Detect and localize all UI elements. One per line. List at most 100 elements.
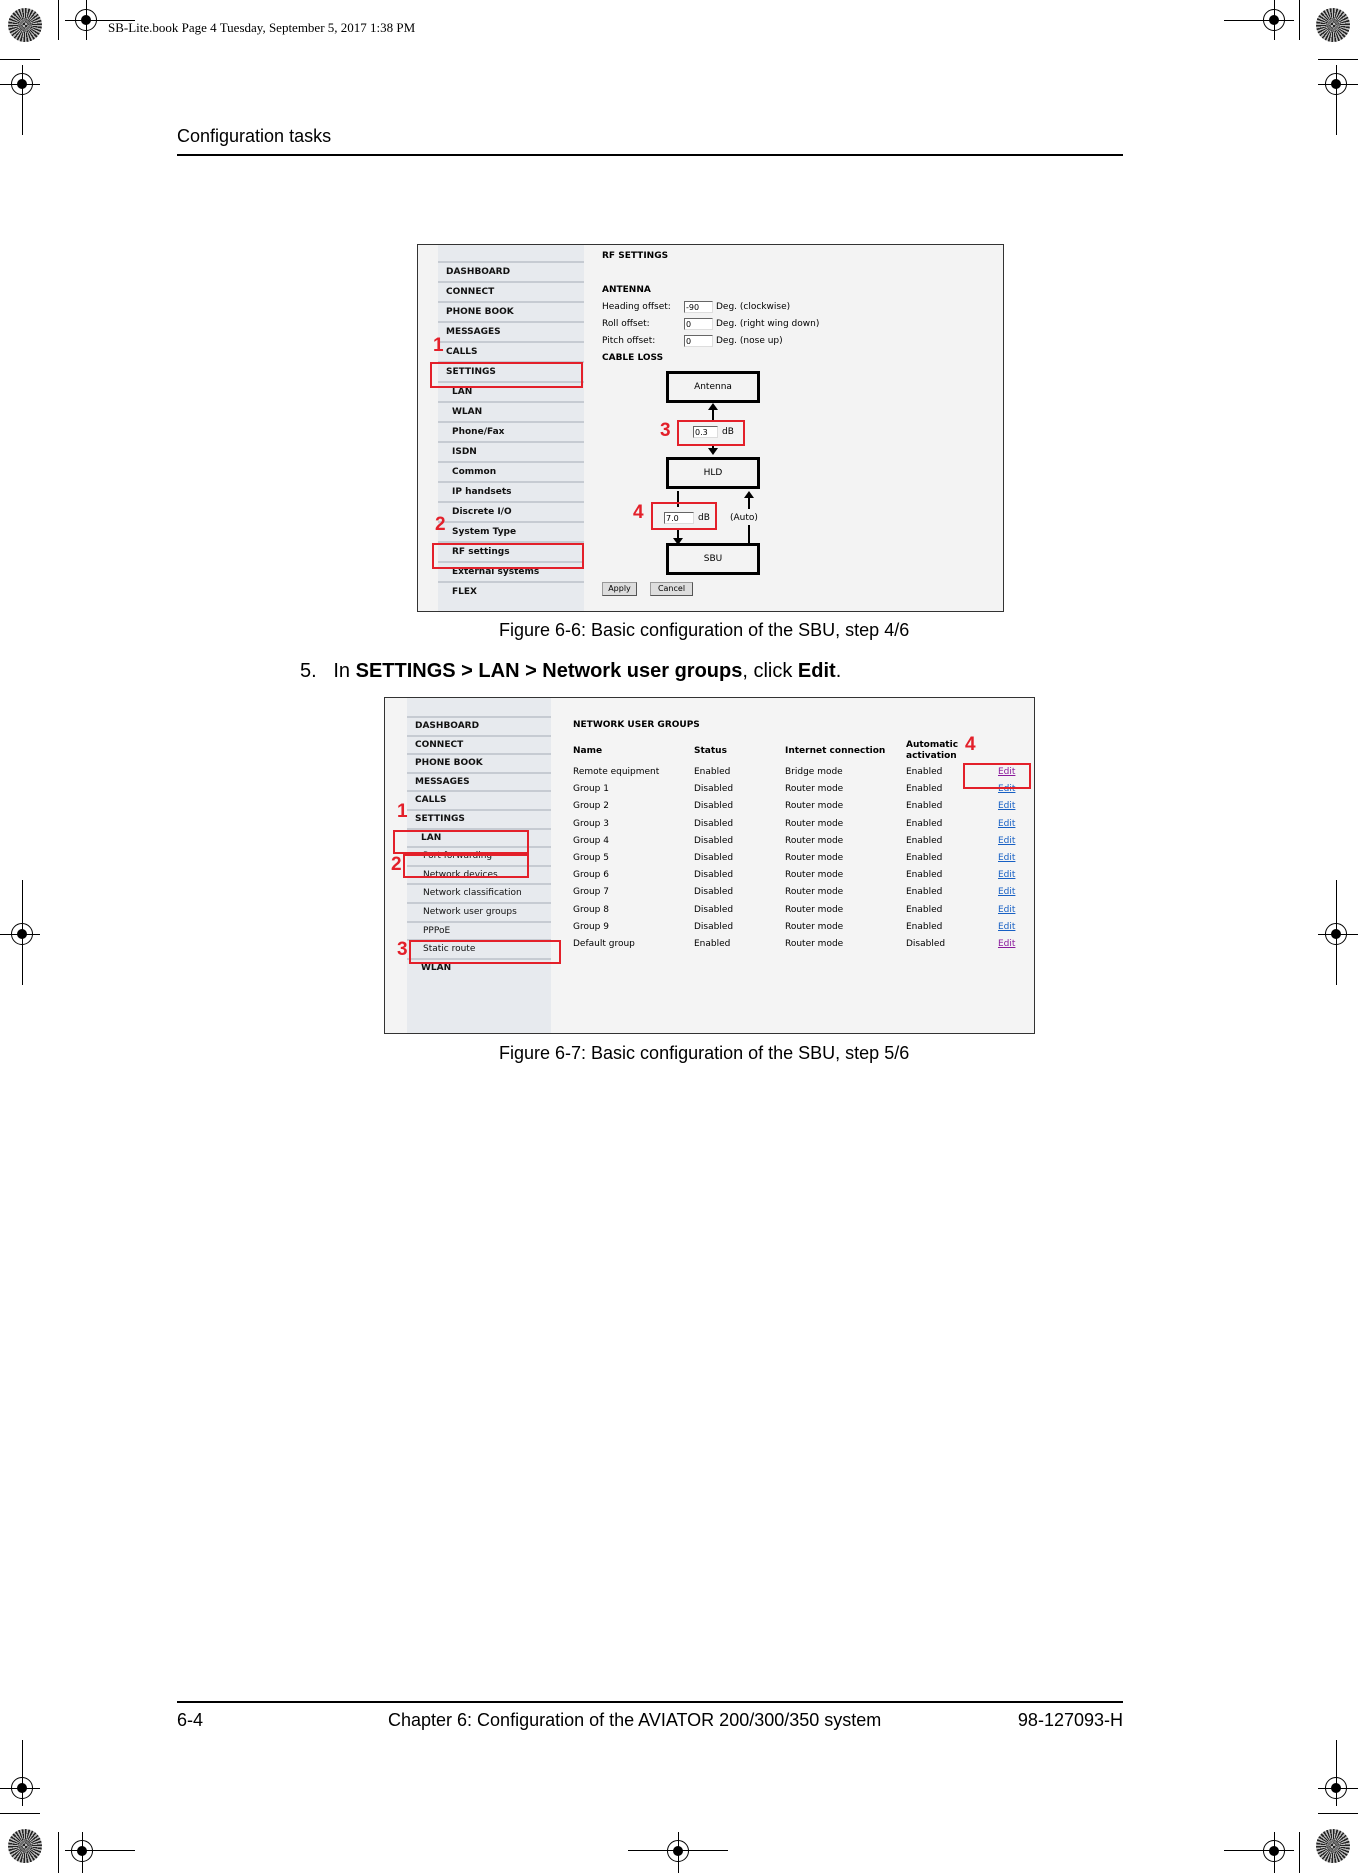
roll-offset-input[interactable]: 0 <box>684 318 713 330</box>
crop-mark <box>82 1832 83 1873</box>
sidebar-item-network-classification[interactable]: Network classification <box>407 883 551 902</box>
sidebar-item-dashboard[interactable]: DASHBOARD <box>407 716 551 735</box>
sidebar-item-ip-handsets[interactable]: IP handsets <box>438 481 584 501</box>
document-number: 98-127093-H <box>1017 1710 1123 1730</box>
callout-box-rf-settings <box>432 543 584 569</box>
cell-status: Enabled <box>694 767 731 777</box>
edit-link[interactable]: Edit <box>998 939 1015 949</box>
cell-name: Group 7 <box>573 887 609 898</box>
cell-connection: Router mode <box>785 784 844 795</box>
crop-mark <box>1274 0 1275 40</box>
page-title: RF SETTINGS <box>602 251 669 261</box>
column-header-internet: Internet connection <box>785 746 886 756</box>
cell-name: Group 5 <box>573 853 609 863</box>
cell-status: Disabled <box>694 835 734 846</box>
edit-link[interactable]: Edit <box>998 905 1015 915</box>
crop-mark <box>1274 1832 1275 1873</box>
cell-connection: Router mode <box>785 921 844 932</box>
apply-button[interactable]: Apply <box>602 582 637 596</box>
cell-status: Enabled <box>694 939 731 949</box>
cell-name: Group 1 <box>573 784 609 795</box>
sidebar-item-phone-fax[interactable]: Phone/Fax <box>438 421 584 441</box>
pitch-offset-input[interactable]: 0 <box>684 335 713 347</box>
cell-name: Group 6 <box>573 870 609 881</box>
cancel-button[interactable]: Cancel <box>650 582 693 596</box>
sidebar-item-wlan[interactable]: WLAN <box>438 401 584 421</box>
sidebar-item-network-user-groups[interactable]: Network user groups <box>407 902 551 921</box>
cell-name: Group 9 <box>573 921 609 932</box>
cell-connection: Bridge mode <box>785 767 843 777</box>
sidebar-item-calls[interactable]: CALLS <box>438 341 584 361</box>
arrow-up-icon <box>744 491 754 498</box>
sidebar-item-phone-book[interactable]: PHONE BOOK <box>438 301 584 321</box>
cell-status: Disabled <box>694 887 734 898</box>
step-number: 5. <box>300 660 317 682</box>
crop-mark <box>86 0 87 40</box>
sidebar-item-pppoe[interactable]: PPPoE <box>407 920 551 940</box>
sidebar-item-calls[interactable]: CALLS <box>407 790 551 809</box>
heading-offset-input[interactable]: -90 <box>684 301 713 313</box>
sidebar-item-phone-book[interactable]: PHONE BOOK <box>407 753 551 772</box>
sidebar-item-flex[interactable]: FLEX <box>438 581 584 601</box>
crop-mark <box>1336 65 1337 135</box>
callout-box-lan <box>403 854 529 878</box>
page-number: 6-4 <box>177 1710 204 1730</box>
cell-activation: Enabled <box>906 767 943 777</box>
callout-box-network-user-groups <box>409 940 561 964</box>
crop-mark <box>1299 0 1300 40</box>
field-unit: Deg. (clockwise) <box>716 302 791 312</box>
sidebar-item-messages[interactable]: MESSAGES <box>407 771 551 791</box>
sidebar-item-messages[interactable]: MESSAGES <box>438 321 584 341</box>
crop-mark <box>0 1813 40 1814</box>
antenna-heading: ANTENNA <box>602 285 651 295</box>
sidebar-item-system-type[interactable]: System Type <box>438 521 584 541</box>
figure-caption: Figure 6-6: Basic configuration of the S… <box>499 620 910 640</box>
cell-name: Group 4 <box>573 835 609 846</box>
callout-box-sbu-loss <box>651 502 717 530</box>
cell-activation: Enabled <box>906 801 943 812</box>
step-text: , click <box>742 660 798 682</box>
step-menu-path: SETTINGS > LAN > Network user groups <box>355 660 743 682</box>
sidebar-item-dashboard[interactable]: DASHBOARD <box>438 261 584 281</box>
step-text: In <box>333 660 356 682</box>
edit-link[interactable]: Edit <box>998 870 1015 880</box>
sidebar-item-common[interactable]: Common <box>438 461 584 481</box>
field-label: Heading offset: <box>602 302 671 312</box>
edit-link[interactable]: Edit <box>998 819 1015 829</box>
callout-box-antenna-loss <box>677 420 745 446</box>
cell-activation: Enabled <box>906 818 943 829</box>
cell-status: Disabled <box>694 870 734 881</box>
cell-name: Remote equipment <box>573 767 660 777</box>
step-instruction: 5. In SETTINGS > LAN > Network user grou… <box>300 660 841 683</box>
edit-link[interactable]: Edit <box>998 801 1015 811</box>
cell-connection: Router mode <box>785 818 844 829</box>
chapter-title: Chapter 6: Configuration of the AVIATOR … <box>388 1710 882 1730</box>
edit-link[interactable]: Edit <box>998 836 1015 846</box>
cell-connection: Router mode <box>785 904 844 915</box>
sidebar-item-settings[interactable]: SETTINGS <box>407 809 551 828</box>
sidebar-item-isdn[interactable]: ISDN <box>438 441 584 461</box>
sidebar-item-connect[interactable]: CONNECT <box>407 734 551 754</box>
auto-label: (Auto) <box>730 513 758 523</box>
edit-link[interactable]: Edit <box>998 922 1015 932</box>
page-title: NETWORK USER GROUPS <box>573 720 700 730</box>
column-header-name: Name <box>573 746 603 756</box>
footer-rule <box>177 1701 1123 1703</box>
cell-activation: Enabled <box>906 853 943 863</box>
cable-loss-heading: CABLE LOSS <box>602 353 664 363</box>
registration-mark-icon <box>11 1777 33 1799</box>
crop-mark <box>1318 59 1358 60</box>
crop-mark <box>22 65 23 135</box>
field-unit: Deg. (nose up) <box>716 336 783 346</box>
crop-mark <box>678 1832 679 1873</box>
sidebar-item-connect[interactable]: CONNECT <box>438 281 584 301</box>
edit-link[interactable]: Edit <box>998 853 1015 863</box>
callout-box-settings <box>430 362 583 388</box>
edit-link[interactable]: Edit <box>998 887 1015 897</box>
arrow-down-icon <box>708 448 718 455</box>
cell-connection: Router mode <box>785 835 844 846</box>
sidebar-item-discrete-i-o[interactable]: Discrete I/O <box>438 501 584 521</box>
callout-box-edit <box>963 763 1031 789</box>
column-header-activation: Automatic activation <box>906 740 959 761</box>
color-bar-icon <box>8 8 42 42</box>
